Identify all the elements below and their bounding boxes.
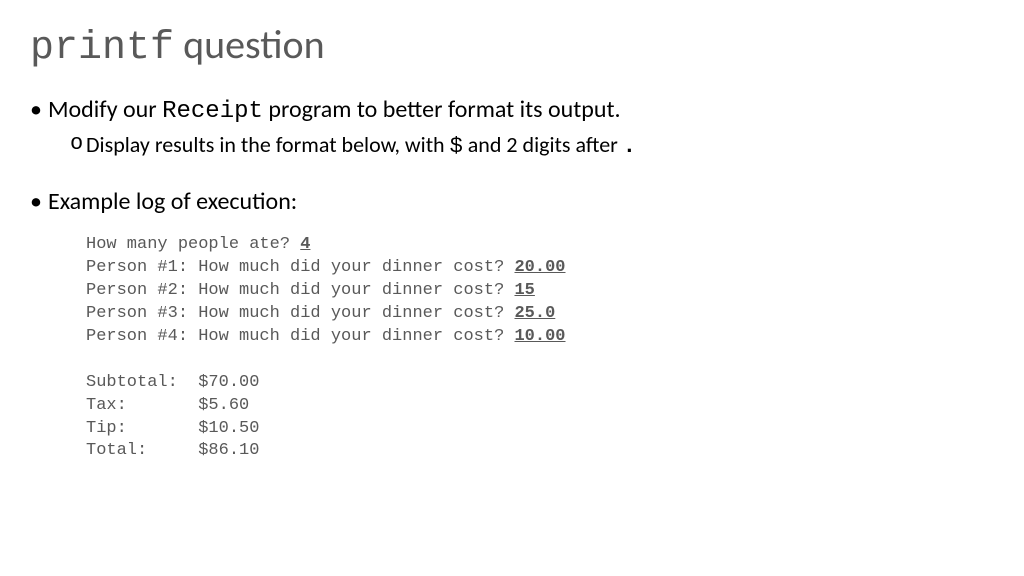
- sub-bullet-list: Display results in the format below, wit…: [30, 131, 994, 159]
- log-q2: Person #2: How much did your dinner cost…: [86, 281, 514, 300]
- log-q0: How many people ate?: [86, 235, 300, 254]
- bullet-list: Modify our Receipt program to better for…: [30, 95, 994, 125]
- sub-bullet-1: Display results in the format below, wit…: [30, 131, 994, 159]
- slide-title: printf question: [30, 20, 994, 71]
- log-a2: 15: [514, 281, 534, 300]
- log-q3: Person #3: How much did your dinner cost…: [86, 304, 514, 323]
- log-a1: 20.00: [514, 258, 565, 277]
- bullet-1-post: program to better format its output.: [263, 95, 621, 124]
- log-total: Total: $86.10: [86, 441, 259, 460]
- example-log: How many people ate? 4 Person #1: How mu…: [30, 234, 994, 463]
- bullet-1-pre: Modify our: [48, 95, 162, 124]
- bullet-2: Example log of execution:: [30, 187, 994, 216]
- bullet-1: Modify our Receipt program to better for…: [30, 95, 994, 125]
- slide: printf question Modify our Receipt progr…: [0, 0, 1024, 483]
- log-tax: Tax: $5.60: [86, 396, 249, 415]
- log-subtotal: Subtotal: $70.00: [86, 373, 259, 392]
- sub-1-mid: and 2 digits after: [463, 131, 623, 158]
- sub-1-pre: Display results in the format below, wit…: [86, 131, 450, 158]
- log-a0: 4: [300, 235, 310, 254]
- sub-1-code2: .: [623, 134, 636, 159]
- log-q1: Person #1: How much did your dinner cost…: [86, 258, 514, 277]
- sub-1-code1: $: [450, 134, 463, 159]
- title-code: printf: [30, 26, 174, 71]
- log-a4: 10.00: [514, 327, 565, 346]
- bullet-list-2: Example log of execution:: [30, 187, 994, 216]
- log-tip: Tip: $10.50: [86, 419, 259, 438]
- bullet-1-code: Receipt: [162, 98, 263, 125]
- log-a3: 25.0: [514, 304, 555, 323]
- log-q4: Person #4: How much did your dinner cost…: [86, 327, 514, 346]
- title-rest: question: [174, 20, 325, 69]
